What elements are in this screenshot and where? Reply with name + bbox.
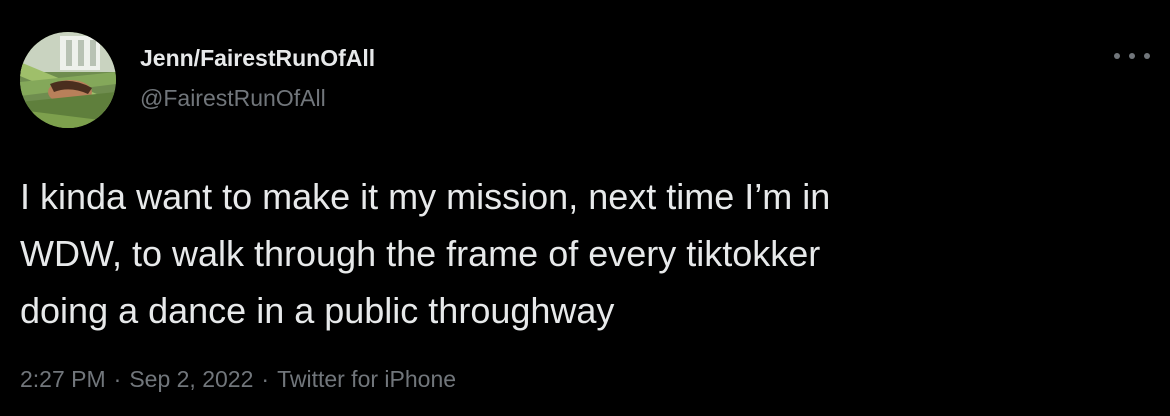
meta-separator: · [113, 366, 122, 392]
more-dot [1114, 53, 1120, 59]
profile-photo-icon [20, 32, 116, 128]
tweet-time[interactable]: 2:27 PM [20, 366, 106, 392]
author-display-name[interactable]: Jenn/FairestRunOfAll [140, 45, 375, 72]
author-handle[interactable]: @FairestRunOfAll [140, 85, 326, 112]
tweet-meta: 2:27 PM · Sep 2, 2022 · Twitter for iPhone [20, 366, 456, 393]
tweet-source[interactable]: Twitter for iPhone [277, 366, 456, 392]
more-options-icon[interactable] [1114, 44, 1150, 68]
more-dot [1129, 53, 1135, 59]
meta-separator: · [261, 366, 270, 392]
more-dot [1144, 53, 1150, 59]
author-avatar[interactable] [20, 32, 116, 128]
tweet-text: I kinda want to make it my mission, next… [20, 176, 831, 331]
tweet-date[interactable]: Sep 2, 2022 [129, 366, 253, 392]
tweet-card: Jenn/FairestRunOfAll @FairestRunOfAll I … [0, 0, 1170, 416]
